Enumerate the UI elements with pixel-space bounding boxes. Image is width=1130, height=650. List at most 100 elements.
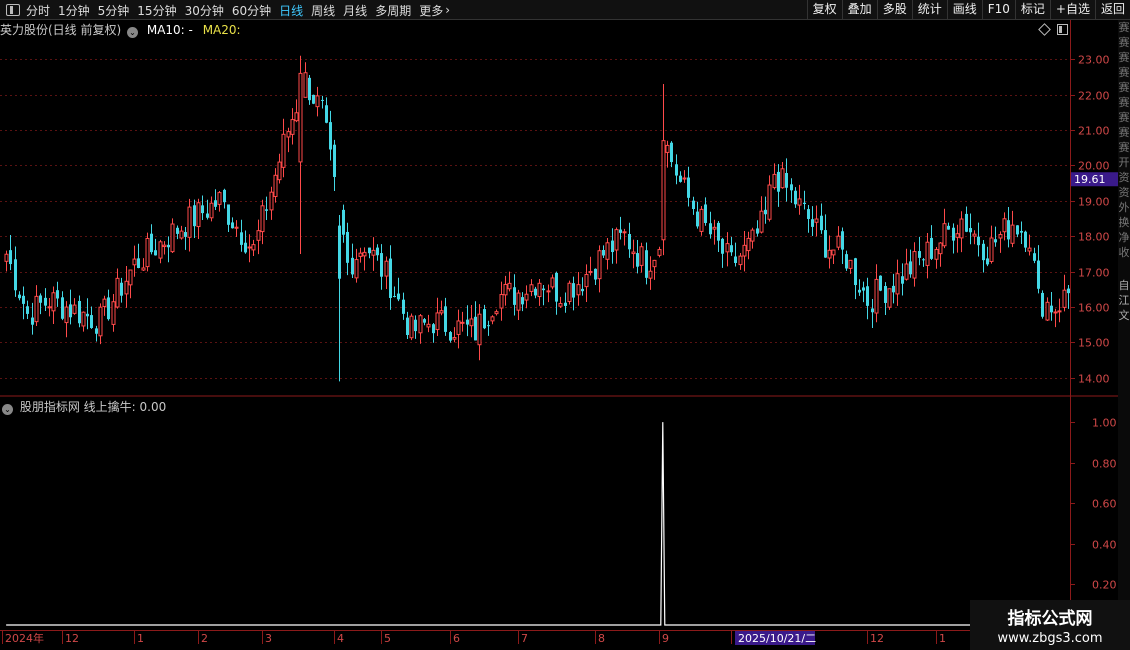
candle-body-243 bbox=[1041, 292, 1044, 317]
candle-body-209 bbox=[895, 273, 900, 295]
candle-body-5 bbox=[26, 306, 29, 314]
candle-body-30 bbox=[132, 258, 137, 266]
candle-body-160 bbox=[687, 177, 690, 198]
candle-body-104 bbox=[449, 332, 452, 341]
ind-tick-label-1: 0.80 bbox=[1092, 458, 1117, 471]
candle-body-28 bbox=[124, 280, 129, 295]
candle-body-63 bbox=[273, 174, 278, 198]
candle-body-36 bbox=[158, 241, 163, 259]
candle-body-65 bbox=[281, 133, 286, 168]
candle-body-45 bbox=[196, 202, 201, 228]
candle-body-177 bbox=[759, 210, 764, 233]
main-tick-label-3: 20.00 bbox=[1078, 160, 1110, 173]
date-label-9: 8 bbox=[598, 632, 605, 645]
candle-body-179 bbox=[767, 184, 772, 220]
candle-body-201 bbox=[862, 287, 865, 291]
candle-body-142 bbox=[611, 240, 614, 253]
candle-body-111 bbox=[477, 313, 482, 346]
candle-body-64 bbox=[277, 161, 282, 181]
main-tick-label-2: 21.00 bbox=[1078, 125, 1110, 138]
candle-body-117 bbox=[503, 283, 508, 296]
candle-body-41 bbox=[179, 230, 184, 239]
candle-body-208 bbox=[892, 285, 895, 293]
candle-body-9 bbox=[44, 297, 47, 306]
candle-body-140 bbox=[602, 249, 605, 256]
ind-tick-label-4: 0.20 bbox=[1092, 579, 1117, 592]
candle-body-191 bbox=[820, 215, 823, 231]
candle-body-89 bbox=[384, 260, 389, 277]
candle-body-218 bbox=[934, 248, 939, 260]
candle-body-161 bbox=[692, 200, 695, 210]
candle-body-248 bbox=[1062, 289, 1067, 308]
candle-body-59 bbox=[256, 230, 261, 241]
candle-body-135 bbox=[581, 288, 584, 292]
candle-body-37 bbox=[162, 244, 167, 248]
candle-body-119 bbox=[513, 287, 516, 305]
candle-body-143 bbox=[614, 229, 619, 251]
candle-body-71 bbox=[308, 77, 311, 101]
candle-body-130 bbox=[558, 303, 563, 307]
candle-body-78 bbox=[338, 225, 341, 279]
candle-body-122 bbox=[524, 293, 529, 301]
candle-body-109 bbox=[469, 318, 474, 327]
candle-body-168 bbox=[721, 238, 724, 254]
main-tick-label-1: 22.00 bbox=[1078, 90, 1110, 103]
candle-body-114 bbox=[490, 316, 495, 322]
candle-body-61 bbox=[265, 209, 268, 211]
candle-body-127 bbox=[546, 290, 551, 293]
candle-body-230 bbox=[986, 258, 989, 265]
candle-body-241 bbox=[1033, 253, 1036, 261]
candle-body-21 bbox=[95, 328, 98, 334]
candle-body-153 bbox=[657, 249, 662, 256]
candle-body-10 bbox=[47, 306, 52, 309]
candle-body-193 bbox=[827, 249, 832, 259]
candle-body-106 bbox=[456, 320, 461, 335]
date-label-4: 3 bbox=[265, 632, 272, 645]
ind-tick-label-3: 0.40 bbox=[1092, 539, 1117, 552]
candle-body-43 bbox=[187, 206, 192, 238]
candle-body-14 bbox=[64, 306, 69, 324]
candle-body-120 bbox=[516, 292, 521, 311]
kline-chart[interactable]: 23.0022.0021.0020.0019.0018.0017.0016.00… bbox=[0, 0, 1130, 650]
candle-body-203 bbox=[871, 308, 874, 313]
candle-body-33 bbox=[145, 237, 150, 268]
candle-body-112 bbox=[483, 309, 486, 329]
candle-body-49 bbox=[214, 200, 217, 207]
candle-body-126 bbox=[542, 288, 545, 291]
candle-body-237 bbox=[1016, 225, 1019, 235]
candle-body-178 bbox=[764, 209, 767, 215]
candle-body-231 bbox=[989, 237, 994, 262]
candle-body-173 bbox=[742, 244, 747, 257]
candle-body-132 bbox=[567, 282, 572, 302]
candle-body-102 bbox=[439, 310, 444, 314]
candle-body-181 bbox=[777, 171, 780, 192]
candle-body-235 bbox=[1007, 220, 1010, 240]
candle-body-175 bbox=[750, 229, 755, 242]
candle-body-47 bbox=[206, 213, 209, 218]
candle-body-172 bbox=[738, 255, 743, 266]
main-tick-label-4: 19.00 bbox=[1078, 196, 1110, 209]
watermark: 指标公式网 www.zbgs3.com bbox=[970, 600, 1130, 650]
candle-body-171 bbox=[734, 256, 737, 263]
candle-body-80 bbox=[346, 231, 349, 263]
candle-body-240 bbox=[1027, 247, 1032, 252]
main-tick-label-0: 23.00 bbox=[1078, 54, 1110, 67]
date-label-2: 1 bbox=[137, 632, 144, 645]
candle-body-217 bbox=[930, 237, 933, 259]
candle-body-148 bbox=[636, 253, 639, 267]
candle-body-110 bbox=[474, 316, 477, 341]
candle-body-44 bbox=[193, 205, 196, 227]
candle-body-40 bbox=[176, 227, 179, 234]
candle-body-103 bbox=[444, 306, 447, 332]
main-tick-label-9: 14.00 bbox=[1078, 373, 1110, 386]
candle-body-2 bbox=[14, 259, 17, 291]
candle-body-115 bbox=[494, 311, 499, 315]
candle-body-97 bbox=[418, 315, 423, 334]
candle-body-182 bbox=[780, 168, 785, 189]
candle-body-88 bbox=[380, 253, 383, 277]
candle-body-195 bbox=[836, 235, 841, 248]
candle-body-46 bbox=[201, 205, 204, 214]
candle-body-215 bbox=[922, 259, 925, 261]
candle-body-238 bbox=[1020, 230, 1023, 233]
candle-body-69 bbox=[298, 72, 303, 163]
